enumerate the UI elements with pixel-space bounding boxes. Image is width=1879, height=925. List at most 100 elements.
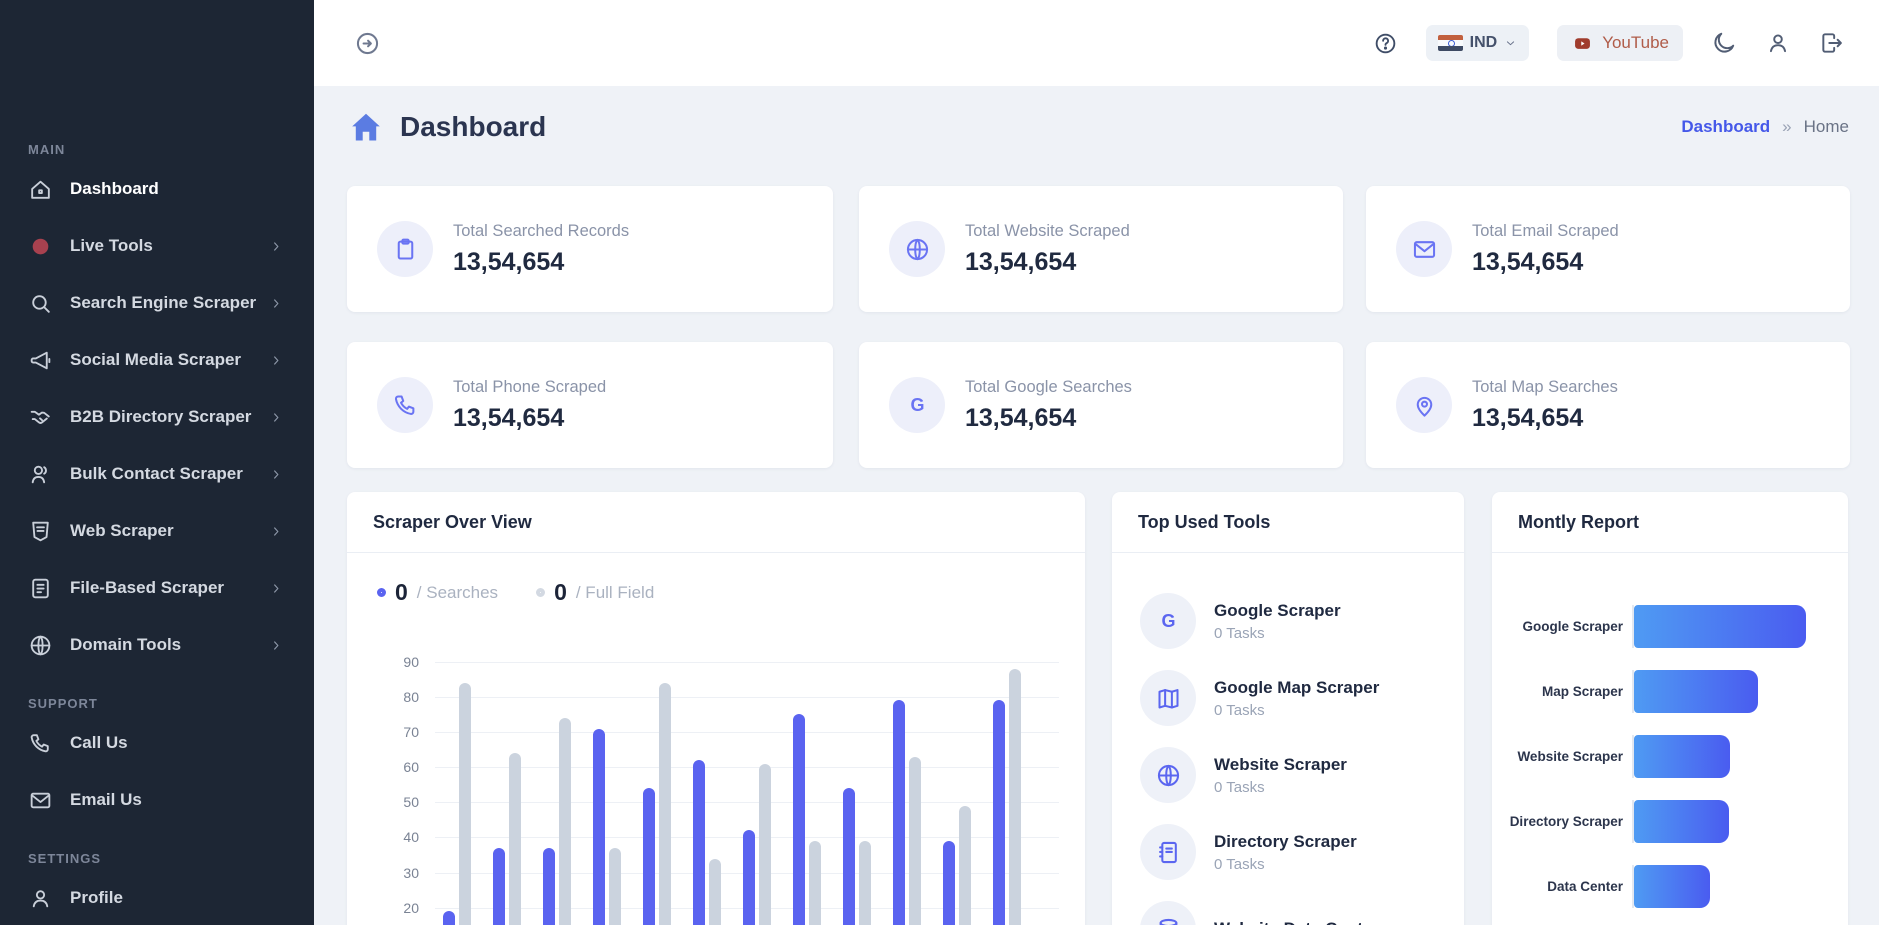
sidebar-item-label: Profile <box>70 888 123 908</box>
sidebar-item-file-based-scraper[interactable]: File-Based Scraper <box>0 572 314 604</box>
directory-icon <box>1155 839 1182 866</box>
stat-value: 13,54,654 <box>453 248 629 277</box>
youtube-icon <box>1571 35 1594 52</box>
chevron-right-icon <box>269 581 284 596</box>
gridline <box>435 767 1059 768</box>
bar-full-field[interactable] <box>1009 669 1021 925</box>
tool-item-google-map-scraper[interactable]: Google Map Scraper0 Tasks <box>1140 670 1438 726</box>
bar-searches[interactable] <box>643 788 655 925</box>
sidebar-item-b2b-directory-scraper[interactable]: B2B Directory Scraper <box>0 401 314 433</box>
bar-searches[interactable] <box>593 729 605 925</box>
youtube-play-icon <box>1571 35 1594 52</box>
bar-full-field[interactable] <box>859 841 871 925</box>
moon-icon <box>1711 30 1737 56</box>
map-pin-icon <box>1411 392 1438 419</box>
bar-full-field[interactable] <box>609 848 621 925</box>
tool-item-google-scraper[interactable]: GGoogle Scraper0 Tasks <box>1140 593 1438 649</box>
hbar[interactable] <box>1634 605 1806 648</box>
arrow-right-circle-icon <box>354 30 381 57</box>
bar-searches[interactable] <box>493 848 505 925</box>
bar-full-field[interactable] <box>909 757 921 925</box>
hbar[interactable] <box>1634 735 1730 778</box>
gridline <box>435 662 1059 663</box>
sidebar-item-profile[interactable]: Profile <box>0 882 314 914</box>
question-circle-icon <box>1373 31 1398 56</box>
y-axis-tick: 70 <box>375 724 419 740</box>
sidebar-item-label: Web Scraper <box>70 521 174 541</box>
logout-icon[interactable] <box>1819 30 1845 56</box>
language-selector[interactable]: IND <box>1426 25 1530 61</box>
bar-searches[interactable] <box>443 911 455 925</box>
sidebar-item-label: B2B Directory Scraper <box>70 407 251 427</box>
y-axis-tick: 50 <box>375 794 419 810</box>
sidebar-item-call-us[interactable]: Call Us <box>0 727 314 759</box>
sidebar-item-bulk-contact-scraper[interactable]: Bulk Contact Scraper <box>0 458 314 490</box>
breadcrumb-parent[interactable]: Home <box>1804 117 1849 137</box>
bar-full-field[interactable] <box>509 753 521 925</box>
sidebar-item-search-engine-scraper[interactable]: Search Engine Scraper <box>0 287 314 319</box>
hbar[interactable] <box>1634 865 1710 908</box>
bar-full-field[interactable] <box>659 683 671 925</box>
handshake-icon <box>28 405 53 430</box>
bar-full-field[interactable] <box>809 841 821 925</box>
sidebar-section-label: MAIN <box>0 132 314 173</box>
top-used-tools-card: Top Used Tools GGoogle Scraper0 TasksGoo… <box>1112 492 1464 925</box>
sidebar-item-live-tools[interactable]: Live Tools <box>0 230 314 262</box>
google-g-icon: G <box>904 392 931 419</box>
bar-searches[interactable] <box>843 788 855 925</box>
user-profile-icon[interactable] <box>1765 30 1791 56</box>
hbar-row-directory-scraper: Directory Scraper <box>1492 800 1848 843</box>
youtube-button[interactable]: YouTube <box>1557 25 1683 61</box>
bar-searches[interactable] <box>943 841 955 925</box>
sidebar-collapse-icon[interactable] <box>354 30 381 57</box>
tool-name: Google Scraper <box>1214 601 1341 621</box>
language-code: IND <box>1470 34 1498 52</box>
bar-full-field[interactable] <box>759 764 771 925</box>
tool-item-directory-scraper[interactable]: Directory Scraper0 Tasks <box>1140 824 1438 880</box>
sidebar-item-email-us[interactable]: Email Us <box>0 784 314 816</box>
chevron-right-icon <box>269 524 284 539</box>
breadcrumb-current[interactable]: Dashboard <box>1681 117 1770 137</box>
stat-label: Total Map Searches <box>1472 378 1618 397</box>
bar-searches[interactable] <box>993 700 1005 925</box>
home-icon <box>347 109 385 145</box>
sidebar-item-social-media-scraper[interactable]: Social Media Scraper <box>0 344 314 376</box>
dark-mode-moon-icon[interactable] <box>1711 30 1737 56</box>
sidebar-item-label: Live Tools <box>70 236 153 256</box>
user-icon <box>1765 30 1791 56</box>
bar-searches[interactable] <box>793 714 805 925</box>
clipboard-icon <box>392 236 419 263</box>
bar-searches[interactable] <box>743 830 755 925</box>
tool-task-count: 0 Tasks <box>1214 856 1357 873</box>
bar-full-field[interactable] <box>709 859 721 925</box>
hbar[interactable] <box>1634 670 1758 713</box>
help-icon[interactable] <box>1373 31 1398 56</box>
sidebar-item-web-scraper[interactable]: Web Scraper <box>0 515 314 547</box>
sidebar-item-label: Email Us <box>70 790 142 810</box>
horizontal-bar-chart: Google ScraperMap ScraperWebsite Scraper… <box>1492 553 1848 908</box>
hbar[interactable] <box>1634 800 1729 843</box>
y-axis-tick: 40 <box>375 829 419 845</box>
page-title: Dashboard <box>400 111 546 143</box>
scraper-overview-card: Scraper Over View 0/ Searches0/ Full Fie… <box>347 492 1085 925</box>
bar-searches[interactable] <box>893 700 905 925</box>
sidebar-item-label: Call Us <box>70 733 128 753</box>
data-center-icon <box>1155 916 1182 925</box>
bar-full-field[interactable] <box>959 806 971 925</box>
bar-searches[interactable] <box>543 848 555 925</box>
chevron-right-icon <box>269 296 284 311</box>
bar-full-field[interactable] <box>559 718 571 925</box>
india-flag-icon <box>1438 35 1463 51</box>
stat-value: 13,54,654 <box>453 404 606 433</box>
bar-full-field[interactable] <box>459 683 471 925</box>
red-dot-icon <box>28 234 53 259</box>
tool-item-website-data-center[interactable]: Website Data Center <box>1140 901 1438 925</box>
hbar-label: Data Center <box>1492 879 1632 894</box>
tool-item-website-scraper[interactable]: Website Scraper0 Tasks <box>1140 747 1438 803</box>
bar-searches[interactable] <box>693 760 705 925</box>
hbar-row-map-scraper: Map Scraper <box>1492 670 1848 713</box>
sidebar-section-label: SETTINGS <box>0 841 314 882</box>
sidebar-item-domain-tools[interactable]: Domain Tools <box>0 629 314 661</box>
sidebar-item-label: Domain Tools <box>70 635 181 655</box>
sidebar-item-dashboard[interactable]: Dashboard <box>0 173 314 205</box>
